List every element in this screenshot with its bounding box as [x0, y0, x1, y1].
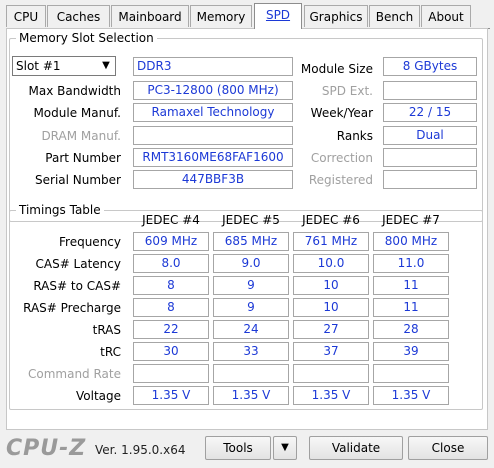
ranks-label: Ranks — [336, 129, 373, 143]
week-year-field: 22 / 15 — [383, 103, 477, 122]
correction-field — [383, 148, 477, 167]
tab-label: Caches — [56, 10, 101, 24]
cpuz-logo: CPU-Z — [6, 436, 87, 461]
timing-cell: 1.35 V — [133, 386, 209, 405]
timing-cell: 10 — [293, 298, 369, 317]
tab-label: Bench — [375, 10, 414, 24]
timing-cell: 10.0 — [293, 254, 369, 273]
timing-cell: 8 — [133, 276, 209, 295]
timing-cell: 33 — [213, 342, 289, 361]
tab-label: Mainboard — [118, 10, 182, 24]
timing-cell: 9.0 — [213, 254, 289, 273]
slot-select[interactable]: Slot #1 ▼ — [12, 56, 116, 76]
timing-cell: 22 — [133, 320, 209, 339]
timing-row-label: CAS# Latency — [35, 257, 121, 271]
tab-bar: CPU Caches Mainboard Memory SPD Graphics… — [0, 0, 494, 30]
tab-label: Graphics — [309, 10, 363, 24]
timing-cell: 11.0 — [373, 254, 449, 273]
timing-row-label: RAS# Precharge — [23, 301, 121, 315]
timing-cell: 8.0 — [133, 254, 209, 273]
tab-graphics[interactable]: Graphics — [304, 5, 368, 27]
dram-manuf-label: DRAM Manuf. — [41, 129, 121, 143]
week-year-label: Week/Year — [310, 106, 373, 120]
memory-slot-group-title: Memory Slot Selection — [16, 30, 157, 46]
timing-cell: 1.35 V — [373, 386, 449, 405]
timings-group-title: Timings Table — [16, 202, 104, 218]
timing-cell: 10 — [293, 276, 369, 295]
tab-label: Memory — [196, 10, 246, 24]
dram-manuf-field — [133, 126, 293, 145]
spd-ext-label: SPD Ext. — [321, 84, 373, 98]
chevron-down-icon[interactable]: ▼ — [98, 58, 114, 74]
tools-button[interactable]: Tools — [205, 436, 271, 460]
timing-cell: 11 — [373, 276, 449, 295]
module-manuf-field: Ramaxel Technology — [133, 103, 293, 122]
part-number-label: Part Number — [45, 151, 121, 165]
memory-type-field: DDR3 — [133, 57, 293, 76]
close-button[interactable]: Close — [408, 436, 488, 460]
timing-row-label: tRAS — [92, 323, 121, 337]
tab-cpu[interactable]: CPU — [6, 5, 46, 27]
tools-dropdown-button[interactable]: ▼ — [273, 436, 297, 460]
spd-ext-field — [383, 81, 477, 100]
timing-row-label: RAS# to CAS# — [33, 279, 121, 293]
tab-bench[interactable]: Bench — [369, 5, 420, 27]
timing-row-label: tRC — [100, 345, 121, 359]
slot-select-value: Slot #1 — [16, 59, 61, 73]
tab-spd[interactable]: SPD — [254, 3, 302, 29]
timing-cell: 761 MHz — [293, 232, 369, 251]
module-size-label: Module Size — [300, 62, 373, 76]
timing-header: JEDEC #7 — [382, 213, 440, 227]
timing-row-label: Voltage — [75, 389, 121, 403]
tab-label: SPD — [265, 8, 291, 22]
tab-label: About — [428, 10, 464, 24]
validate-button[interactable]: Validate — [309, 436, 403, 460]
timing-cell: 8 — [133, 298, 209, 317]
ranks-field: Dual — [383, 126, 477, 145]
timing-row-label: Command Rate — [27, 367, 121, 381]
timing-cell — [133, 364, 209, 383]
max-bandwidth-label: Max Bandwidth — [28, 84, 121, 98]
timing-cell: 9 — [213, 276, 289, 295]
timing-cell: 800 MHz — [373, 232, 449, 251]
timing-cell: 9 — [213, 298, 289, 317]
tab-label: CPU — [13, 10, 39, 24]
timing-cell: 1.35 V — [213, 386, 289, 405]
timing-cell: 609 MHz — [133, 232, 209, 251]
timing-cell: 30 — [133, 342, 209, 361]
chevron-down-icon: ▼ — [281, 442, 289, 453]
timing-header: JEDEC #5 — [222, 213, 280, 227]
tab-caches[interactable]: Caches — [47, 5, 110, 27]
serial-number-field: 447BBF3B — [133, 170, 293, 189]
registered-label: Registered — [308, 173, 373, 187]
timing-cell — [293, 364, 369, 383]
timing-cell: 11 — [373, 298, 449, 317]
registered-field — [383, 170, 477, 189]
max-bandwidth-field: PC3-12800 (800 MHz) — [133, 81, 293, 100]
module-manuf-label: Module Manuf. — [33, 106, 121, 120]
timing-header: JEDEC #6 — [302, 213, 360, 227]
part-number-field: RMT3160ME68FAF1600 — [133, 148, 293, 167]
timing-cell: 1.35 V — [293, 386, 369, 405]
timing-cell — [373, 364, 449, 383]
tab-memory[interactable]: Memory — [190, 5, 252, 27]
timing-cell: 27 — [293, 320, 369, 339]
timing-row-label: Frequency — [59, 235, 121, 249]
version-label: Ver. 1.95.0.x64 — [95, 443, 186, 457]
module-size-field: 8 GBytes — [383, 57, 477, 76]
timing-cell: 28 — [373, 320, 449, 339]
timing-cell: 685 MHz — [213, 232, 289, 251]
timing-cell: 24 — [213, 320, 289, 339]
timing-cell: 39 — [373, 342, 449, 361]
timing-cell: 37 — [293, 342, 369, 361]
timing-cell — [213, 364, 289, 383]
serial-number-label: Serial Number — [35, 173, 121, 187]
tab-about[interactable]: About — [421, 5, 471, 27]
tab-mainboard[interactable]: Mainboard — [111, 5, 189, 27]
timing-header: JEDEC #4 — [142, 213, 200, 227]
correction-label: Correction — [310, 151, 373, 165]
